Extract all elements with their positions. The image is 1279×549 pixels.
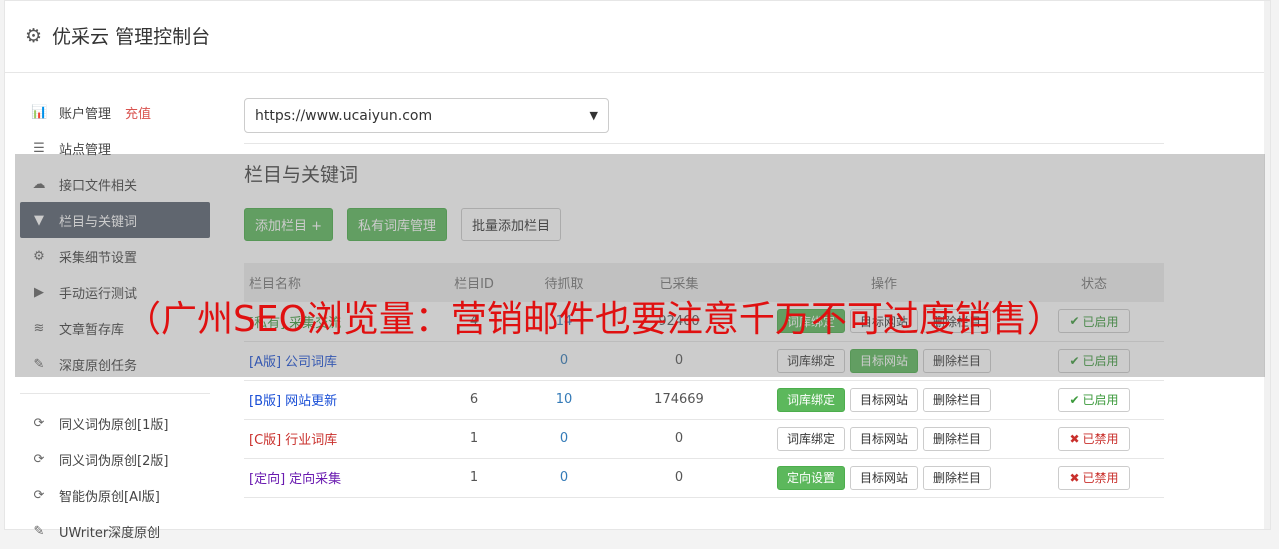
site-select[interactable]: https://www.ucaiyun.com ▼ <box>244 98 609 133</box>
sidebar-item-synonym-v2[interactable]: ⟳ 同义词伪原创[2版] <box>20 441 210 477</box>
chevron-down-icon: ▼ <box>589 109 598 122</box>
site-select-value: https://www.ucaiyun.com <box>255 107 433 124</box>
status-label: 已禁用 <box>1082 432 1119 446</box>
column-tag: [定向] <box>249 472 286 487</box>
column-name: 定向采集 <box>289 472 342 487</box>
sidebar-item-synonym-v1[interactable]: ⟳ 同义词伪原创[1版] <box>20 405 210 441</box>
column-name: 行业词库 <box>285 433 338 448</box>
gear-icon: ⚙ <box>25 24 43 47</box>
refresh-icon: ⟳ <box>33 415 45 431</box>
divider <box>244 143 1164 144</box>
sidebar-item-account[interactable]: 📊 账户管理 充值 <box>20 94 210 130</box>
column-name: 网站更新 <box>285 394 338 409</box>
status-label: 已启用 <box>1082 393 1119 407</box>
collected-count: 174669 <box>654 392 704 407</box>
column-id: 1 <box>469 431 479 446</box>
sidebar-item-label: 同义词伪原创[2版] <box>59 453 169 469</box>
page-title-text: 优采云 管理控制台 <box>52 26 211 48</box>
lexicon-bind-button[interactable]: 词库绑定 <box>776 426 845 451</box>
column-id: 6 <box>469 392 479 407</box>
close-icon: ✖ <box>1069 431 1080 446</box>
status-toggle[interactable]: ✖ 已禁用 <box>1058 426 1130 451</box>
main-content: https://www.ucaiyun.com ▼ 栏目与关键词 添加栏目 + … <box>244 98 1164 497</box>
edit-icon: ✎ <box>33 523 45 539</box>
sidebar-item-uwriter[interactable]: ✎ UWriter深度原创 <box>20 513 210 549</box>
table-row: [定向] 定向采集 1 0 0 定向设置 目标网站 删除栏目 ✖ 已禁用 <box>244 458 1164 497</box>
pending-count[interactable]: 0 <box>514 419 614 458</box>
delete-column-button[interactable]: 删除栏目 <box>923 465 992 490</box>
target-site-button[interactable]: 目标网站 <box>849 426 918 451</box>
recharge-link[interactable]: 充值 <box>125 103 151 122</box>
target-site-button[interactable]: 目标网站 <box>849 465 918 490</box>
bar-chart-icon: 📊 <box>31 104 48 120</box>
collected-count: 0 <box>674 431 684 446</box>
sidebar-item-label: 智能伪原创[AI版] <box>59 489 160 505</box>
lexicon-bind-button[interactable]: 词库绑定 <box>776 387 845 412</box>
delete-column-button[interactable]: 删除栏目 <box>923 426 992 451</box>
refresh-icon: ⟳ <box>33 487 45 503</box>
gray-overlay <box>15 154 1265 377</box>
column-tag: [B版] <box>249 394 282 409</box>
target-site-button[interactable]: 目标网站 <box>849 387 918 412</box>
table-row: [B版] 网站更新 6 10 174669 词库绑定 目标网站 删除栏目 ✔ 已启用 <box>244 380 1164 419</box>
table-row: [C版] 行业词库 1 0 0 词库绑定 目标网站 删除栏目 ✖ 已禁用 <box>244 419 1164 458</box>
column-id: 1 <box>469 470 479 485</box>
check-icon: ✔ <box>1069 392 1080 407</box>
column-tag: [C版] <box>249 433 282 448</box>
directed-settings-button[interactable]: 定向设置 <box>776 465 845 490</box>
column-name-link[interactable]: [B版] 网站更新 <box>244 380 434 419</box>
close-icon: ✖ <box>1069 470 1080 485</box>
header: ⚙ 优采云 管理控制台 <box>5 1 1270 73</box>
column-name-link[interactable]: [C版] 行业词库 <box>244 419 434 458</box>
sidebar-item-label: UWriter深度原创 <box>59 525 161 541</box>
sidebar-item-label: 账户管理 <box>59 106 112 122</box>
refresh-icon: ⟳ <box>33 451 45 467</box>
delete-column-button[interactable]: 删除栏目 <box>923 387 992 412</box>
column-name-link[interactable]: [定向] 定向采集 <box>244 458 434 497</box>
sidebar-item-ai-rewrite[interactable]: ⟳ 智能伪原创[AI版] <box>20 477 210 513</box>
collected-count: 0 <box>674 470 684 485</box>
pending-count[interactable]: 0 <box>514 458 614 497</box>
status-toggle[interactable]: ✔ 已启用 <box>1058 387 1130 412</box>
status-toggle[interactable]: ✖ 已禁用 <box>1058 465 1130 490</box>
overlay-caption: （广州SEO浏览量：营销邮件也要注意千万不可过度销售） <box>125 299 1063 340</box>
sidebar-divider <box>20 393 210 394</box>
sidebar-item-label: 同义词伪原创[1版] <box>59 417 169 433</box>
page-title: ⚙ 优采云 管理控制台 <box>25 22 210 49</box>
status-label: 已禁用 <box>1082 471 1119 485</box>
pending-count[interactable]: 10 <box>514 380 614 419</box>
